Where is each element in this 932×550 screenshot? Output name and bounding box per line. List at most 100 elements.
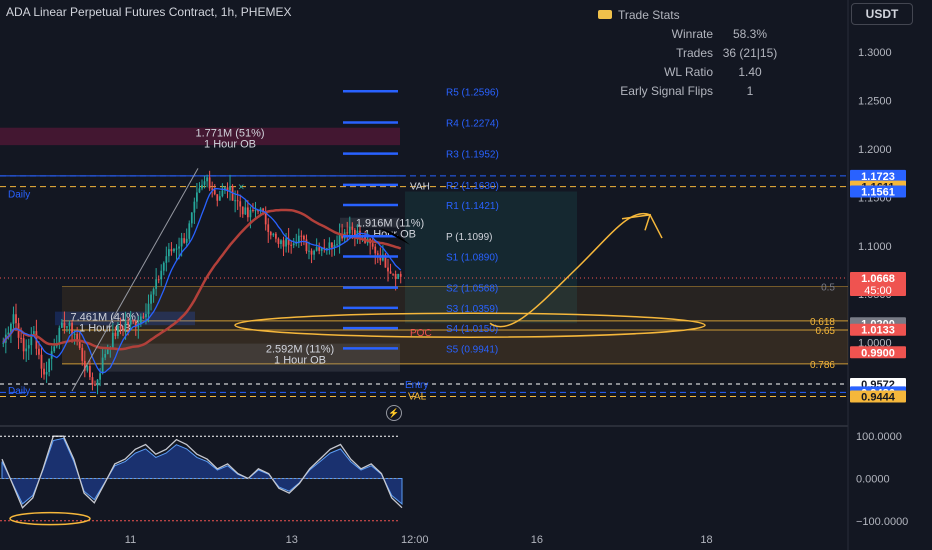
stat-value: 58.3% <box>732 27 768 41</box>
candle-body <box>229 186 231 191</box>
candle-body <box>300 235 303 237</box>
candle-body <box>63 322 66 328</box>
price-tick: 1.2000 <box>858 144 892 156</box>
candle-body <box>114 332 117 336</box>
fib-label: 0.786 <box>810 360 835 371</box>
candle-body <box>58 327 61 344</box>
candle-body <box>48 358 51 373</box>
candle-body <box>348 226 351 234</box>
candle-body <box>129 320 132 325</box>
candle-body <box>178 246 180 249</box>
daily-label: Daily <box>8 189 30 200</box>
lightning-icon[interactable]: ⚡ <box>386 405 402 421</box>
candle-body <box>389 271 392 274</box>
candle-body <box>119 326 122 329</box>
pivot-label: R3 (1.1952) <box>446 150 499 161</box>
candle-body <box>269 231 272 236</box>
oscillator-area <box>1 437 403 505</box>
candle-body <box>397 273 400 279</box>
candle-body <box>280 240 282 244</box>
chart-canvas[interactable]: 0.50.6180.650.786VAHPOCEntryVALDailyDail… <box>0 0 932 550</box>
candle-body <box>86 366 89 371</box>
oscillator-circle <box>9 511 91 526</box>
candle-body <box>122 328 124 330</box>
candle-body <box>218 196 221 201</box>
val-label: VAL <box>408 391 427 402</box>
candle-body <box>162 262 165 271</box>
candle-body <box>313 250 315 255</box>
candle-body <box>336 244 338 246</box>
candle-body <box>53 346 56 352</box>
price-tag-countdown: 45:00 <box>864 285 892 297</box>
candle-body <box>40 354 43 369</box>
time-tick: 16 <box>531 534 543 546</box>
candle-body <box>145 313 147 318</box>
candle-body <box>147 303 150 314</box>
candle-body <box>331 242 333 248</box>
candle-body <box>173 248 175 252</box>
pivot-label: S5 (0.9941) <box>446 344 498 355</box>
chart-title: ADA Linear Perpetual Futures Contract, 1… <box>6 5 292 19</box>
time-tick: 11 <box>125 534 136 546</box>
candle-body <box>60 322 63 328</box>
candle-body <box>254 209 257 211</box>
candle-body <box>249 210 252 218</box>
candle-body <box>117 326 119 336</box>
candle-body <box>310 250 313 255</box>
candle-body <box>139 316 142 323</box>
candle-body <box>290 244 293 246</box>
candle-body <box>277 238 280 244</box>
candle-body <box>244 207 247 215</box>
candle-body <box>124 322 127 329</box>
stat-label: WL Ratio <box>664 65 713 79</box>
candle-body <box>160 270 163 280</box>
candle-body <box>374 246 377 254</box>
candle-body <box>318 247 321 251</box>
ob-label: 1 Hour OB <box>364 229 416 241</box>
candle-body <box>170 249 173 252</box>
ob-label: 1 Hour OB <box>274 355 326 367</box>
candle-body <box>392 273 394 275</box>
pivot-label: R2 (1.1630) <box>446 181 499 192</box>
cross-marker: × <box>238 182 244 194</box>
ob-label: 1 Hour OB <box>204 139 256 151</box>
candle-body <box>152 288 155 295</box>
candle-body <box>206 177 208 182</box>
candle-body <box>346 232 349 234</box>
candle-body <box>315 247 318 251</box>
price-tick: 1.2500 <box>858 96 892 108</box>
candle-body <box>328 242 331 249</box>
candle-body <box>38 348 40 355</box>
candle-body <box>91 377 94 385</box>
price-tag-label: 0.9900 <box>861 347 895 359</box>
candle-body <box>127 322 130 325</box>
candle-body <box>285 238 287 247</box>
candle-body <box>198 188 201 193</box>
candle-body <box>216 194 219 201</box>
price-tick: 1.3000 <box>858 47 892 59</box>
candle-body <box>20 337 22 339</box>
candle-body <box>111 332 114 348</box>
candle-body <box>175 248 178 250</box>
candle-body <box>267 224 270 232</box>
oscillator-tick: 100.0000 <box>856 431 902 443</box>
price-tag-label: 1.0133 <box>861 325 895 337</box>
candle-body <box>234 200 237 202</box>
candle-body <box>303 235 305 240</box>
candle-body <box>203 181 206 185</box>
candle-body <box>73 333 76 335</box>
fib-label: 0.5 <box>821 282 835 293</box>
currency-button[interactable]: USDT <box>851 3 913 25</box>
candle-body <box>196 192 198 202</box>
fib-label: 0.65 <box>816 326 836 337</box>
candle-body <box>43 368 45 375</box>
trade-stats-icon <box>598 10 612 19</box>
oscillator-tick: 0.0000 <box>856 474 890 486</box>
time-tick: 13 <box>286 534 298 546</box>
candle-body <box>180 238 183 247</box>
candle-body <box>193 201 196 213</box>
candle-body <box>208 177 211 189</box>
price-tag-label: 0.9444 <box>861 391 896 403</box>
candle-body <box>246 207 249 218</box>
stat-value: 36 (21|15) <box>722 46 778 60</box>
